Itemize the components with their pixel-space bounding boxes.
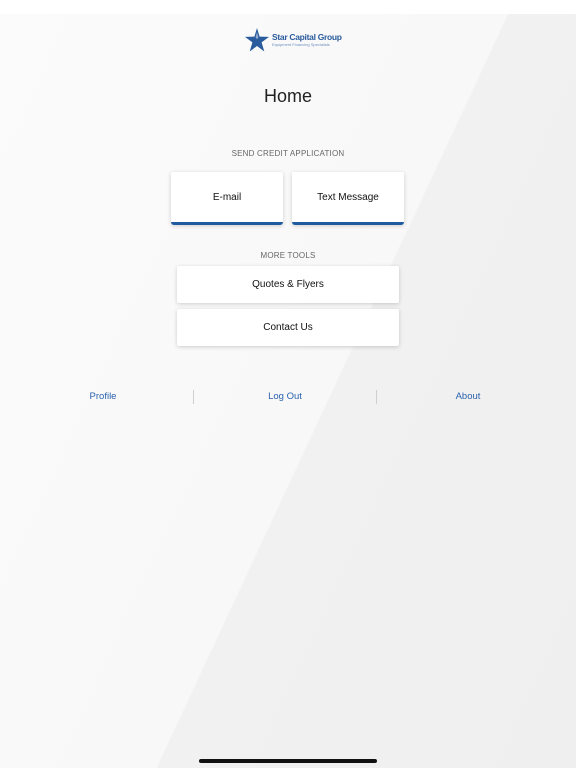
send-credit-section-label: SEND CREDIT APPLICATION <box>231 149 345 158</box>
page-title: Home <box>263 86 312 106</box>
status-bar <box>0 0 576 14</box>
more-tools-section-label: MORE TOOLS <box>260 251 316 260</box>
log-out-link[interactable]: Log Out <box>225 391 345 402</box>
brand-name: Star Capital Group <box>272 32 342 43</box>
brand-tagline: Equipment Financing Specialists <box>272 41 330 47</box>
profile-link[interactable]: Profile <box>43 391 163 402</box>
email-button[interactable]: E-mail <box>171 172 283 225</box>
footer-divider <box>376 390 377 404</box>
footer-divider <box>193 390 194 404</box>
contact-us-button[interactable]: Contact Us <box>177 309 399 346</box>
about-link[interactable]: About <box>408 391 528 402</box>
brand-logo: Star Capital Group Equipment Financing S… <box>244 27 342 53</box>
home-indicator[interactable] <box>199 759 377 763</box>
star-icon <box>245 28 269 52</box>
quotes-flyers-button[interactable]: Quotes & Flyers <box>177 266 399 303</box>
text-message-button[interactable]: Text Message <box>292 172 404 225</box>
